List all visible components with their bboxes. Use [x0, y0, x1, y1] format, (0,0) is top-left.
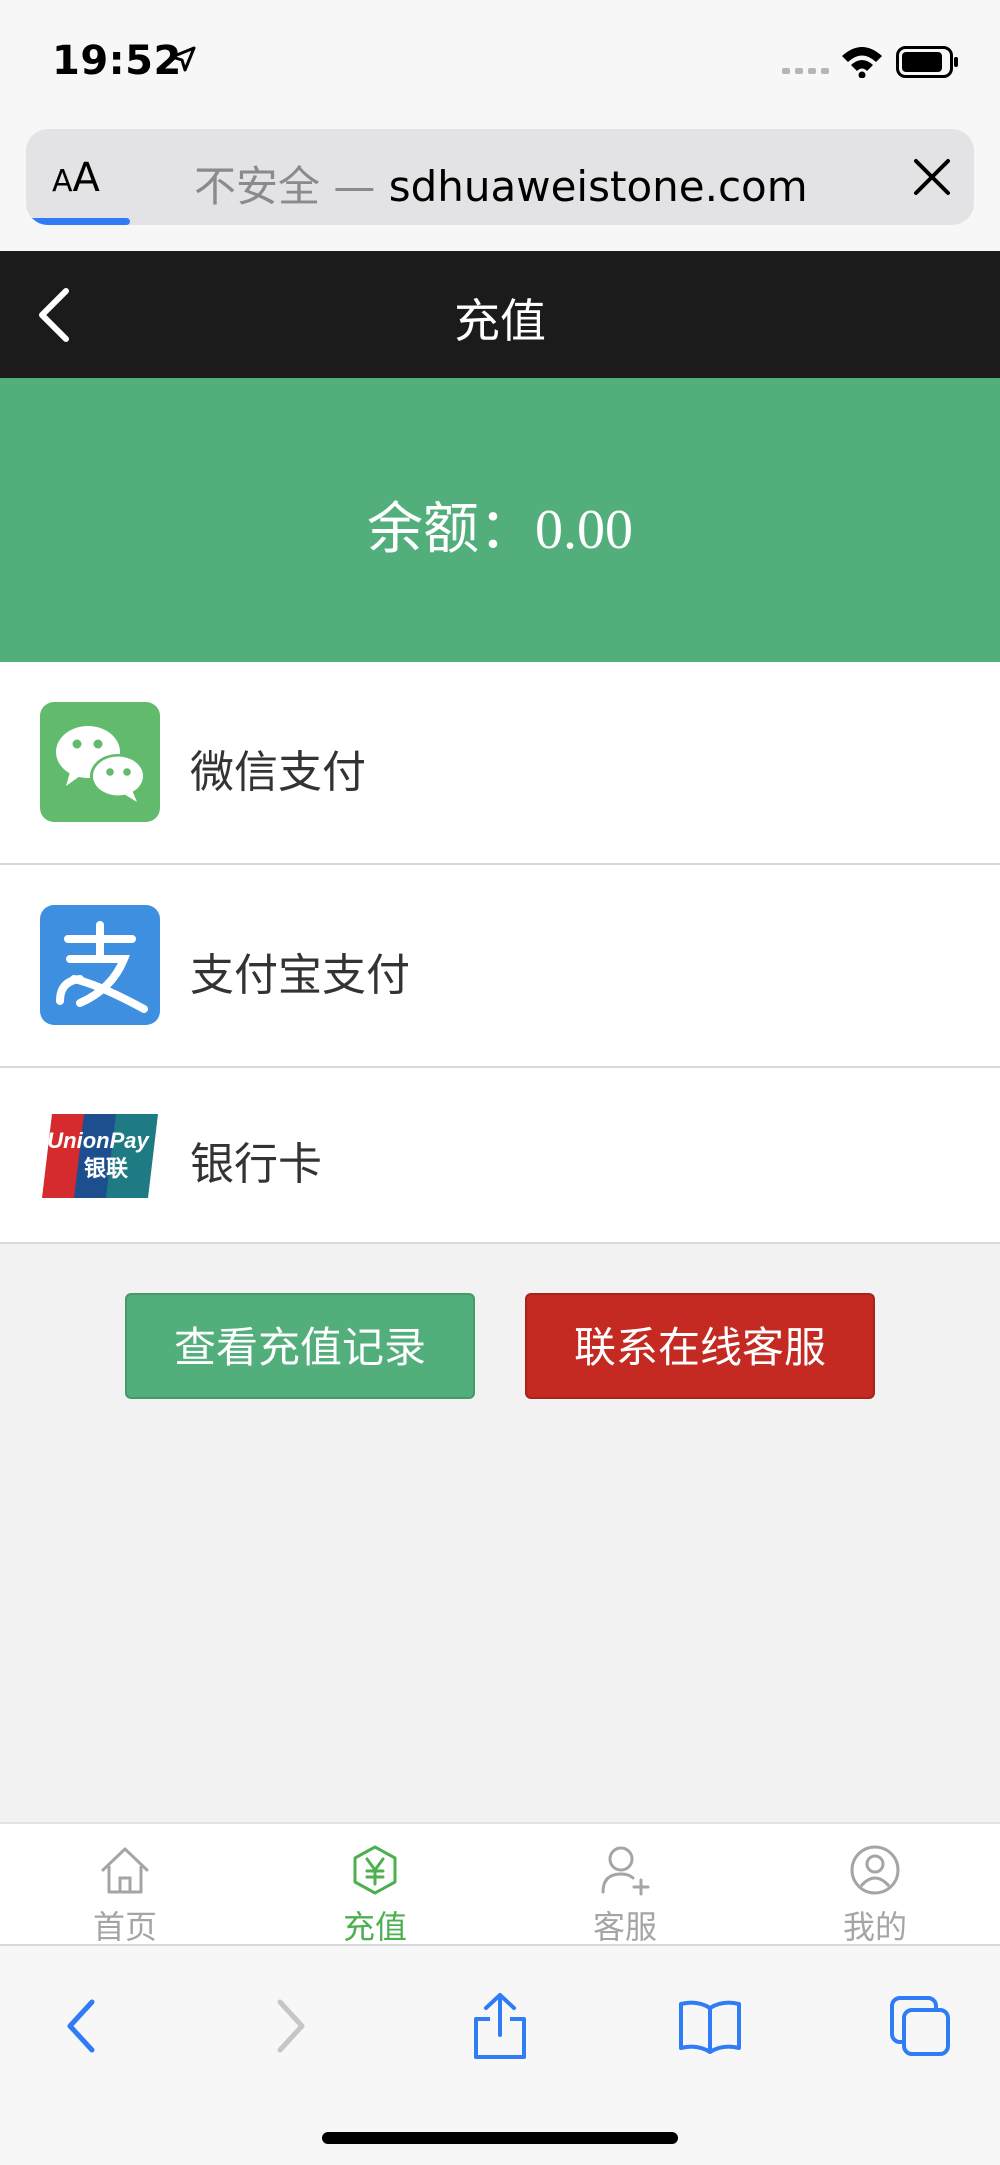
payment-method-list: 微信支付 支付宝支付 UnionPay 银联 银行卡 [0, 662, 1000, 1244]
wechat-pay-icon [40, 702, 160, 822]
share-icon [474, 1993, 526, 2059]
safari-toolbar [0, 1944, 1000, 2165]
text-size-button[interactable]: AA [52, 155, 100, 201]
tab-customer-service[interactable]: 客服 [500, 1824, 750, 1946]
customer-service-icon [601, 1846, 650, 1896]
payment-item-wechat[interactable]: 微信支付 [0, 662, 1000, 865]
tab-label: 首页 [92, 1908, 157, 1946]
tab-label: 我的 [842, 1908, 907, 1946]
balance-display: 余额：0.00 [0, 484, 1000, 565]
app-header: 充值 [0, 251, 1000, 378]
balance-label: 余额： [367, 499, 535, 561]
safari-address-area: AA 不安全 — sdhuaweistone.com [0, 125, 1000, 251]
address-bar[interactable]: AA 不安全 — sdhuaweistone.com [26, 129, 974, 225]
domain-label: sdhuaweistone.com [388, 162, 808, 211]
payment-item-bankcard[interactable]: UnionPay 银联 银行卡 [0, 1068, 1000, 1244]
insecure-label: 不安全 — [194, 162, 376, 211]
unionpay-icon: UnionPay 银联 [40, 1110, 160, 1202]
balance-value: 0.00 [535, 499, 633, 561]
recharge-yen-icon [353, 1845, 397, 1895]
tab-recharge[interactable]: 充值 [250, 1824, 500, 1946]
alipay-icon [40, 905, 160, 1025]
browser-back-button[interactable] [42, 1986, 122, 2066]
app-tab-bar: 首页 充值 客服 我的 [0, 1822, 1000, 1946]
unionpay-logo-cn: 银联 [84, 1157, 128, 1182]
bookmarks-button[interactable] [670, 1986, 750, 2066]
view-recharge-records-button[interactable]: 查看充值记录 [125, 1293, 475, 1399]
battery-icon [896, 46, 958, 78]
tabs-button[interactable] [880, 1986, 960, 2066]
tab-home[interactable]: 首页 [0, 1824, 250, 1946]
address-text: 不安全 — sdhuaweistone.com [194, 153, 808, 214]
cellular-signal-icon [782, 68, 829, 74]
tab-profile[interactable]: 我的 [750, 1824, 1000, 1946]
location-arrow-icon [170, 46, 196, 72]
contact-service-button[interactable]: 联系在线客服 [525, 1293, 875, 1399]
browser-forward-button[interactable] [250, 1986, 330, 2066]
unionpay-logo-text: UnionPay [47, 1128, 150, 1153]
payment-label: 微信支付 [190, 747, 366, 798]
page-title: 充值 [454, 294, 546, 348]
payment-label: 支付宝支付 [190, 950, 410, 1001]
page-load-progress [26, 218, 131, 225]
tabs-icon [890, 1996, 950, 2056]
book-icon [679, 2000, 741, 2054]
ios-status-bar: 19:52 [0, 0, 1000, 125]
status-time: 19:52 [52, 38, 182, 84]
wifi-icon [842, 47, 882, 78]
home-indicator [322, 2132, 678, 2144]
close-icon[interactable] [912, 157, 952, 197]
tab-label: 充值 [342, 1908, 407, 1946]
profile-icon [850, 1845, 900, 1895]
payment-label: 银行卡 [190, 1139, 322, 1190]
chevron-right-icon [277, 1999, 305, 2053]
chevron-left-icon [67, 1999, 95, 2053]
balance-banner: 余额：0.00 [0, 378, 1000, 662]
share-button[interactable] [460, 1986, 540, 2066]
tab-label: 客服 [592, 1908, 657, 1946]
home-icon [101, 1847, 149, 1894]
payment-item-alipay[interactable]: 支付宝支付 [0, 865, 1000, 1068]
